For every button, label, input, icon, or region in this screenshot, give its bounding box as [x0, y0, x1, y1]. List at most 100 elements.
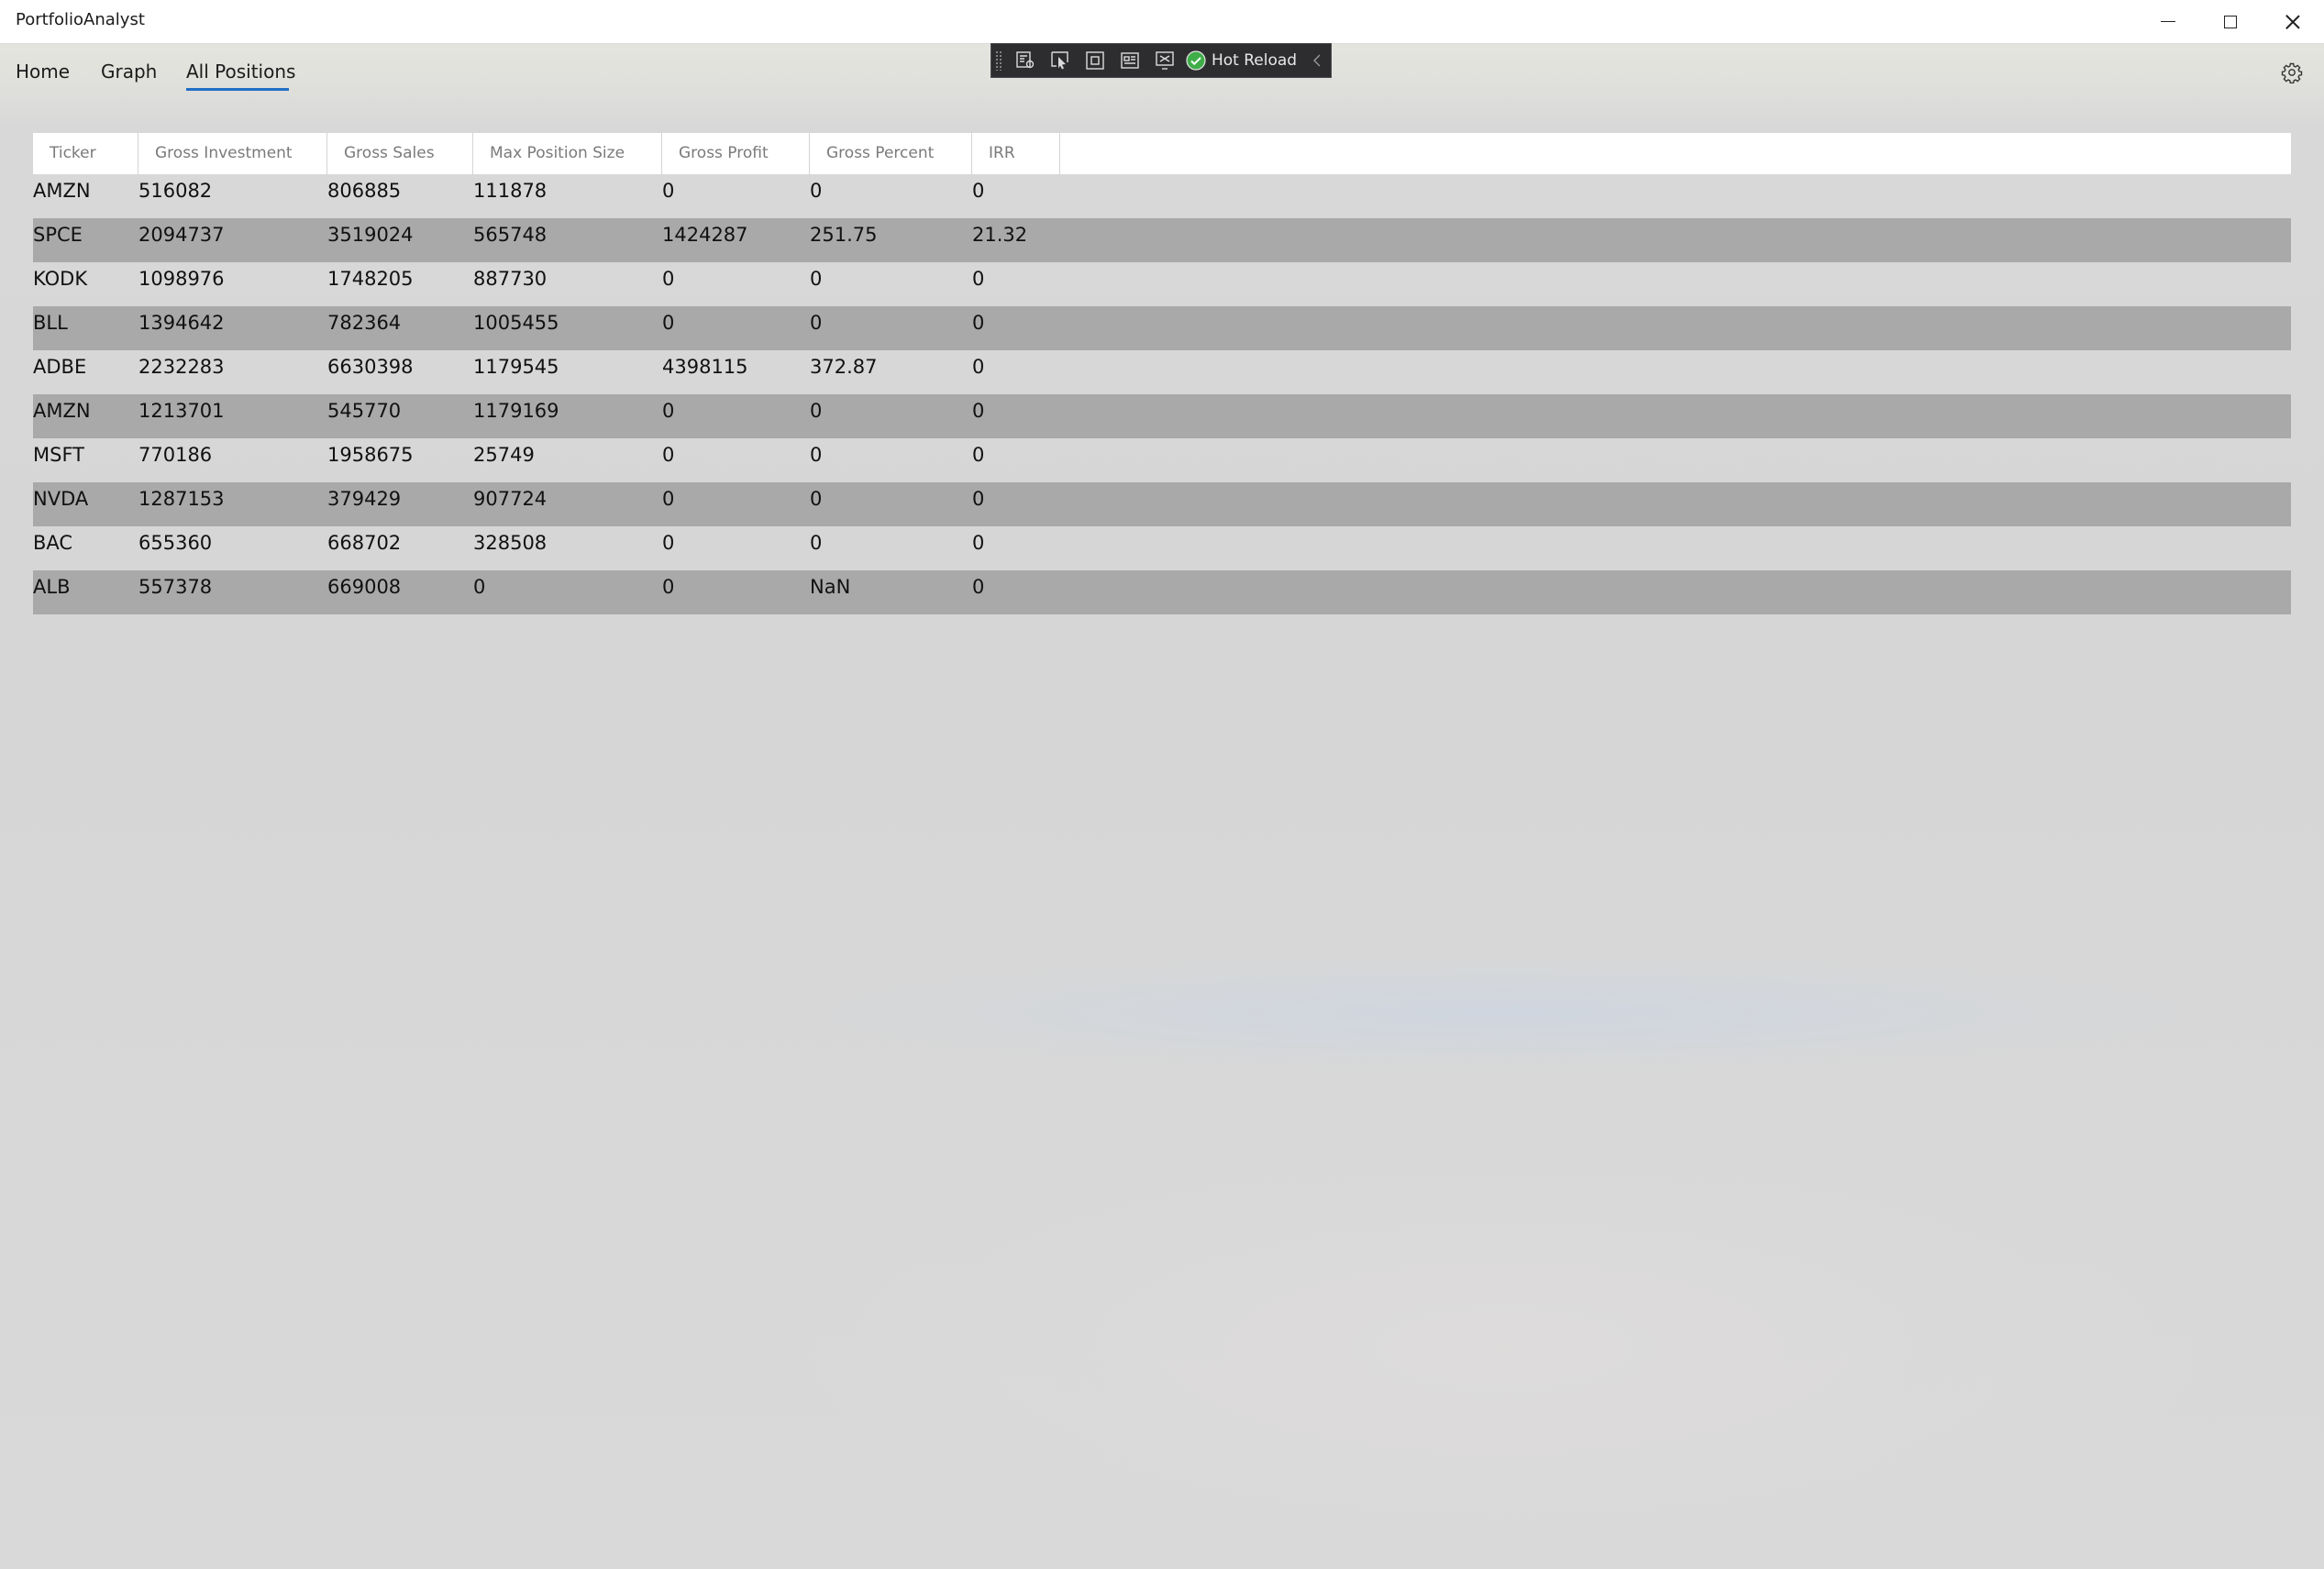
select-element-button[interactable]: [1043, 44, 1078, 77]
maximize-icon: [2224, 15, 2237, 28]
cell-gross-sales: 668702: [327, 532, 402, 554]
minimize-icon: [2161, 21, 2175, 22]
cell-gross-profit: 0: [662, 400, 675, 422]
nav-item-all-positions[interactable]: All Positions: [186, 61, 295, 83]
cell-gross-percent: 0: [810, 268, 823, 290]
column-header-irr[interactable]: IRR: [972, 133, 1060, 174]
cell-gross-sales: 1958675: [327, 444, 414, 466]
display-layout-adorners-icon: [1086, 51, 1104, 70]
cell-gross-percent: 372.87: [810, 356, 878, 378]
table-row[interactable]: ALB 557378 669008 0 0 NaN 0: [33, 570, 2291, 614]
cell-ticker: MSFT: [33, 444, 84, 466]
cell-gross-profit: 0: [662, 488, 675, 510]
close-icon: [2285, 14, 2301, 30]
collapse-toolbar-button[interactable]: [1311, 52, 1322, 69]
select-element-icon: [1051, 51, 1068, 70]
cell-max-position-size: 0: [473, 576, 486, 598]
hot-reload-button[interactable]: Hot Reload: [1186, 50, 1297, 71]
cell-irr: 0: [972, 312, 985, 334]
cell-max-position-size: 565748: [473, 224, 548, 246]
table-row[interactable]: AMZN 1213701 545770 1179169 0 0 0: [33, 394, 2291, 438]
column-header-gross-percent[interactable]: Gross Percent: [810, 133, 972, 174]
cell-gross-profit: 4398115: [662, 356, 748, 378]
cell-ticker: AMZN: [33, 400, 91, 422]
cell-gross-profit: 0: [662, 180, 675, 202]
cell-gross-investment: 1394642: [138, 312, 225, 334]
table-row[interactable]: BLL 1394642 782364 1005455 0 0 0: [33, 306, 2291, 350]
cell-max-position-size: 328508: [473, 532, 548, 554]
cell-gross-sales: 669008: [327, 576, 402, 598]
cell-ticker: KODK: [33, 268, 88, 290]
table-row[interactable]: ADBE 2232283 6630398 1179545 4398115 372.87 0: [33, 350, 2291, 394]
cell-irr: 0: [972, 444, 985, 466]
column-header-gross-sales[interactable]: Gross Sales: [327, 133, 473, 174]
cell-irr: 0: [972, 400, 985, 422]
cell-gross-sales: 806885: [327, 180, 402, 202]
cell-gross-investment: 655360: [138, 532, 213, 554]
cell-gross-investment: 770186: [138, 444, 213, 466]
close-button[interactable]: [2262, 0, 2324, 43]
table-row[interactable]: AMZN 516082 806885 111878 0 0 0: [33, 174, 2291, 218]
minimize-button[interactable]: [2137, 0, 2199, 43]
cell-ticker: AMZN: [33, 180, 91, 202]
grid-header: Ticker Gross Investment Gross Sales Max …: [33, 133, 2291, 174]
debug-toolbar[interactable]: Hot Reload: [990, 43, 1332, 78]
table-row[interactable]: BAC 655360 668702 328508 0 0 0: [33, 526, 2291, 570]
cell-gross-sales: 545770: [327, 400, 402, 422]
column-header-max-position-size[interactable]: Max Position Size: [473, 133, 662, 174]
live-visual-tree-icon: [1016, 51, 1035, 69]
cell-gross-investment: 1098976: [138, 268, 225, 290]
nav-item-home[interactable]: Home: [16, 61, 70, 83]
maximize-button[interactable]: [2199, 0, 2262, 43]
toolbar-grip-icon[interactable]: [995, 50, 1002, 71]
binding-failures-icon: [1156, 51, 1174, 70]
cell-ticker: BLL: [33, 312, 68, 334]
column-header-gross-profit[interactable]: Gross Profit: [662, 133, 810, 174]
cell-gross-sales: 782364: [327, 312, 402, 334]
cell-gross-sales: 3519024: [327, 224, 414, 246]
cell-gross-profit: 0: [662, 268, 675, 290]
hot-reload-label: Hot Reload: [1212, 51, 1298, 70]
window-title: PortfolioAnalyst: [16, 10, 145, 29]
table-row[interactable]: NVDA 1287153 379429 907724 0 0 0: [33, 482, 2291, 526]
column-header-ticker[interactable]: Ticker: [33, 133, 138, 174]
cell-max-position-size: 1005455: [473, 312, 559, 334]
backdrop-glow-bottom: [789, 1128, 2219, 1568]
cell-max-position-size: 111878: [473, 180, 548, 202]
table-row[interactable]: SPCE 2094737 3519024 565748 1424287 251.75 21.…: [33, 218, 2291, 262]
cell-gross-percent: 0: [810, 444, 823, 466]
table-row[interactable]: KODK 1098976 1748205 887730 0 0 0: [33, 262, 2291, 306]
live-visual-tree-button[interactable]: [1008, 44, 1043, 77]
table-row[interactable]: MSFT 770186 1958675 25749 0 0 0: [33, 438, 2291, 482]
cell-gross-profit: 1424287: [662, 224, 748, 246]
cell-gross-percent: 0: [810, 400, 823, 422]
positions-grid[interactable]: Ticker Gross Investment Gross Sales Max …: [33, 133, 2291, 614]
title-bar[interactable]: PortfolioAnalyst: [0, 0, 2324, 43]
cell-ticker: SPCE: [33, 224, 83, 246]
display-layout-adorners-button[interactable]: [1078, 44, 1112, 77]
nav-item-graph[interactable]: Graph: [101, 61, 157, 83]
cell-irr: 0: [972, 180, 985, 202]
cell-max-position-size: 907724: [473, 488, 548, 510]
cell-ticker: ADBE: [33, 356, 87, 378]
cell-gross-profit: 0: [662, 576, 675, 598]
cell-irr: 0: [972, 576, 985, 598]
cell-gross-investment: 516082: [138, 180, 213, 202]
chevron-left-icon: [1313, 54, 1321, 67]
cell-max-position-size: 1179545: [473, 356, 559, 378]
cell-gross-sales: 6630398: [327, 356, 414, 378]
track-focus-button[interactable]: [1112, 44, 1147, 77]
cell-gross-sales: 379429: [327, 488, 402, 510]
settings-button[interactable]: [2278, 59, 2306, 86]
track-focus-icon: [1121, 52, 1139, 69]
cell-irr: 0: [972, 356, 985, 378]
cell-ticker: ALB: [33, 576, 71, 598]
cell-gross-profit: 0: [662, 312, 675, 334]
cell-gross-investment: 2232283: [138, 356, 225, 378]
cell-irr: 0: [972, 268, 985, 290]
cell-gross-percent: 0: [810, 312, 823, 334]
cell-max-position-size: 25749: [473, 444, 535, 466]
column-header-gross-investment[interactable]: Gross Investment: [138, 133, 327, 174]
cell-gross-percent: 251.75: [810, 224, 878, 246]
binding-failures-button[interactable]: [1147, 44, 1182, 77]
